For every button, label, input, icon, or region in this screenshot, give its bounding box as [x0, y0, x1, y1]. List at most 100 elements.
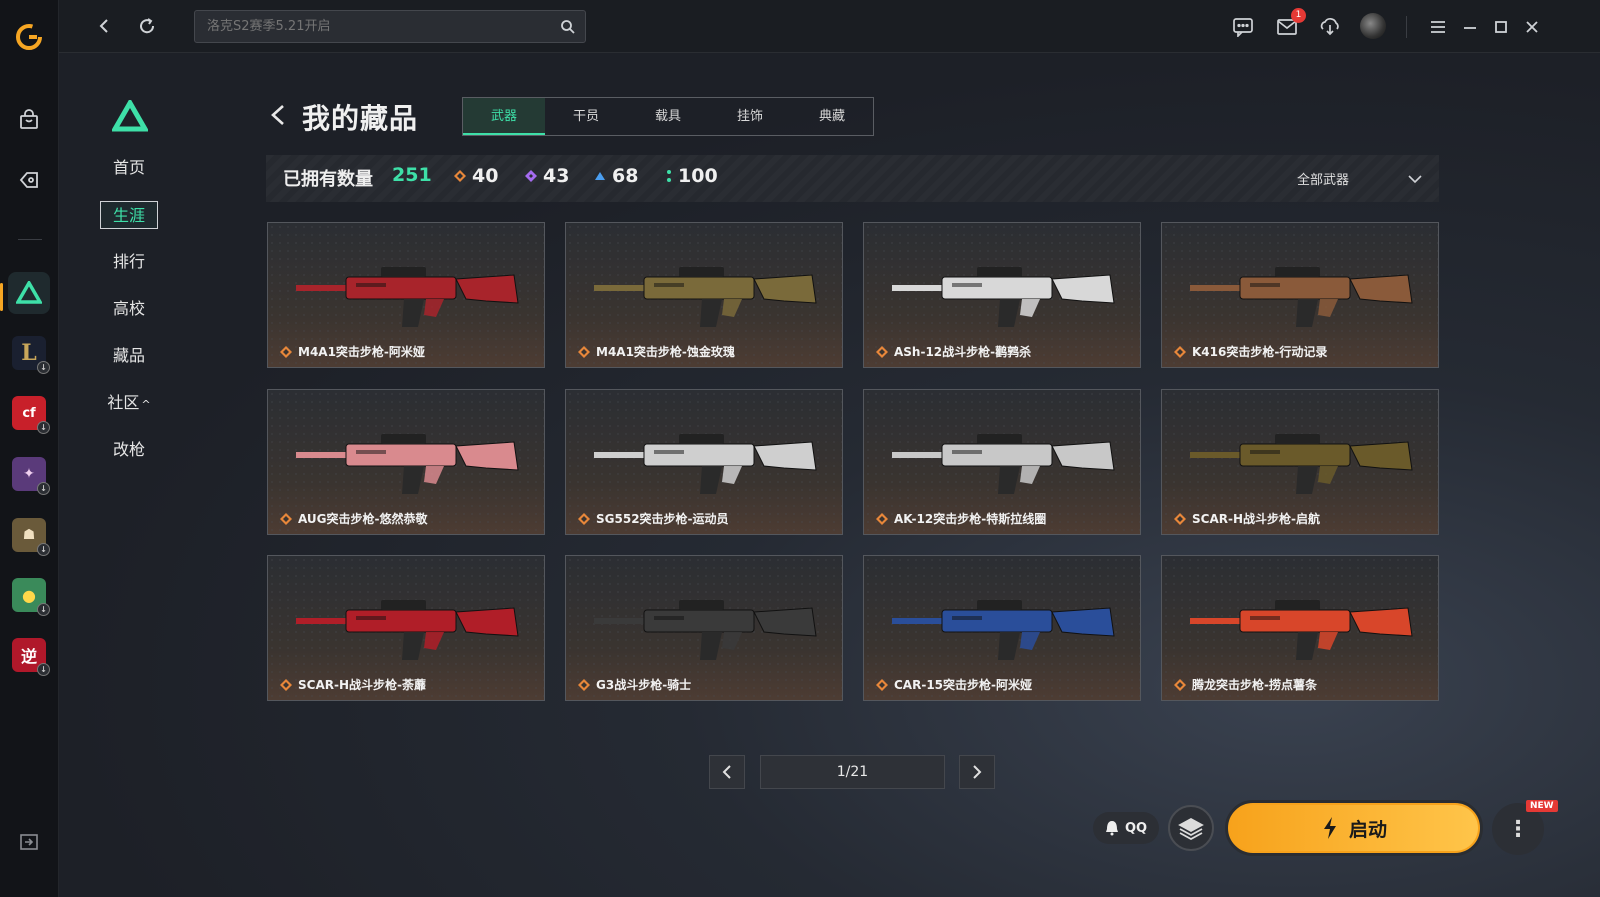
weapon-card[interactable]: M4A1突击步枪-阿米娅 — [267, 222, 545, 368]
layers-icon — [1178, 817, 1204, 840]
download-icon[interactable] — [1317, 14, 1343, 40]
weapon-card[interactable]: M4A1突击步枪-蚀金玫瑰 — [565, 222, 843, 368]
qq-bell-icon — [1105, 821, 1118, 836]
rarity-purple-icon — [525, 170, 537, 182]
prev-page-button[interactable] — [709, 755, 745, 789]
game-delta-force-icon[interactable] — [8, 272, 50, 314]
weapon-card[interactable]: ASh-12战斗步枪-鹳鹑杀 — [863, 222, 1141, 368]
app-logo-icon[interactable] — [14, 22, 44, 52]
weapon-filter-dropdown[interactable]: 全部武器 — [1297, 169, 1423, 188]
game-ni-icon[interactable]: 逆 ↓ — [12, 638, 50, 676]
weapon-name: G3战斗步枪-骑士 — [596, 678, 692, 692]
weapon-label: 腾龙突击步枪-捞点薯条 — [1174, 676, 1317, 693]
weapon-label: M4A1突击步枪-阿米娅 — [280, 343, 425, 360]
weapon-image — [296, 600, 519, 660]
page-indicator: 1/21 — [760, 755, 945, 789]
maximize-icon[interactable] — [1488, 14, 1514, 40]
search-icon[interactable] — [560, 19, 575, 38]
rarity-diamond-icon — [578, 345, 590, 358]
next-page-button[interactable] — [959, 755, 995, 789]
menu-icon[interactable] — [1425, 14, 1451, 40]
weapon-card[interactable]: K416突击步枪-行动记录 — [1161, 222, 1439, 368]
refresh-icon[interactable] — [135, 14, 159, 38]
game-anime-icon[interactable]: ✦ ↓ — [12, 457, 50, 495]
weapon-name: AUG突击步枪-悠然恭敬 — [298, 512, 428, 526]
search-input[interactable] — [195, 11, 585, 42]
game-lol-icon[interactable]: L ↓ — [12, 336, 50, 374]
rarity-green: 100 — [666, 165, 718, 187]
active-indicator — [0, 283, 3, 311]
weapon-image — [892, 434, 1115, 494]
back-arrow-icon[interactable] — [268, 103, 288, 127]
new-badge: NEW — [1526, 800, 1558, 812]
weapon-card[interactable]: 腾龙突击步枪-捞点薯条 — [1161, 555, 1439, 701]
owned-count: 251 — [392, 164, 432, 186]
rarity-diamond-icon — [578, 678, 590, 691]
search-bar[interactable] — [194, 10, 586, 43]
rarity-diamond-icon — [280, 512, 292, 525]
subnav-item-college[interactable]: 高校 — [100, 295, 158, 323]
app-sidebar: L ↓ cf ↓ ✦ ↓ ☗ ↓ ● ↓ 逆 ↓ — [0, 0, 59, 897]
rarity-diamond-icon — [876, 345, 888, 358]
weapon-card[interactable]: AK-12突击步枪-特斯拉线圈 — [863, 389, 1141, 535]
weapon-name: ASh-12战斗步枪-鹳鹑杀 — [894, 345, 1032, 359]
game-tag-icon[interactable] — [15, 166, 43, 194]
tab-charms[interactable]: 挂饰 — [709, 98, 791, 135]
store-bag-icon[interactable] — [15, 106, 43, 134]
subnav-item-collection[interactable]: 藏品 — [100, 342, 158, 370]
subnav-item-modify-gun[interactable]: 改枪 — [100, 436, 158, 464]
layers-button[interactable] — [1168, 805, 1214, 851]
owned-label: 已拥有数量 — [283, 169, 373, 190]
weapon-name: K416突击步枪-行动记录 — [1192, 345, 1328, 359]
weapon-card[interactable]: SCAR-H战斗步枪-启航 — [1161, 389, 1439, 535]
rarity-purple: 43 — [525, 165, 569, 187]
page-title: 我的藏品 — [302, 102, 419, 135]
topbar-divider — [1406, 16, 1407, 38]
rarity-diamond-icon — [280, 678, 292, 691]
launch-button[interactable]: 启动 — [1225, 800, 1483, 856]
subnav-item-ranking[interactable]: 排行 — [100, 248, 158, 276]
weapon-image — [296, 434, 519, 494]
tab-vehicles[interactable]: 载具 — [627, 98, 709, 135]
weapon-label: CAR-15突击步枪-阿米娅 — [876, 676, 1032, 693]
weapon-card[interactable]: CAR-15突击步枪-阿米娅 — [863, 555, 1141, 701]
chat-icon[interactable] — [1230, 14, 1256, 40]
subnav-item-community[interactable]: 社区 ^ — [100, 389, 158, 417]
mail-icon[interactable]: 1 — [1274, 8, 1306, 40]
rarity-green-count: 100 — [678, 165, 718, 187]
rarity-green-icon — [667, 170, 671, 182]
weapon-card[interactable]: SCAR-H战斗步枪-荼蘼 — [267, 555, 545, 701]
tab-weapons[interactable]: 武器 — [463, 98, 545, 135]
collapse-sidebar-icon[interactable] — [20, 833, 38, 855]
tab-operators[interactable]: 干员 — [545, 98, 627, 135]
weapon-image — [892, 267, 1115, 327]
weapon-name: SCAR-H战斗步枪-荼蘼 — [298, 678, 426, 692]
weapon-label: AK-12突击步枪-特斯拉线圈 — [876, 510, 1046, 527]
weapon-image — [892, 600, 1115, 660]
back-nav-icon[interactable] — [92, 14, 116, 38]
qq-label: QQ — [1124, 820, 1148, 836]
close-icon[interactable] — [1519, 14, 1545, 40]
weapon-card[interactable]: AUG突击步枪-悠然恭敬 — [267, 389, 545, 535]
user-avatar[interactable] — [1360, 13, 1386, 39]
subnav-item-career[interactable]: 生涯 — [100, 201, 158, 229]
tab-collection-special[interactable]: 典藏 — [791, 98, 873, 135]
qq-button[interactable]: QQ — [1093, 812, 1159, 844]
game-cartoon-icon[interactable]: ● ↓ — [12, 578, 50, 616]
weapon-name: AK-12突击步枪-特斯拉线圈 — [894, 512, 1047, 526]
weapon-card[interactable]: G3战斗步枪-骑士 — [565, 555, 843, 701]
game-pubg-icon[interactable]: ☗ ↓ — [12, 518, 50, 556]
rarity-diamond-icon — [1174, 512, 1186, 525]
weapon-image — [594, 267, 817, 327]
weapon-card[interactable]: SG552突击步枪-运动员 — [565, 389, 843, 535]
subnav-item-home[interactable]: 首页 — [100, 154, 158, 182]
launch-label: 启动 — [1348, 818, 1387, 841]
rarity-orange: 40 — [454, 165, 498, 187]
weapon-name: CAR-15突击步枪-阿米娅 — [894, 678, 1032, 692]
minimize-icon[interactable] — [1457, 14, 1483, 40]
top-bar: 1 — [59, 0, 1600, 53]
game-cf-icon[interactable]: cf ↓ — [12, 396, 50, 434]
subnav-community-label: 社区 — [107, 393, 140, 412]
weapon-label: K416突击步枪-行动记录 — [1174, 343, 1327, 360]
weapon-image — [1190, 434, 1413, 494]
